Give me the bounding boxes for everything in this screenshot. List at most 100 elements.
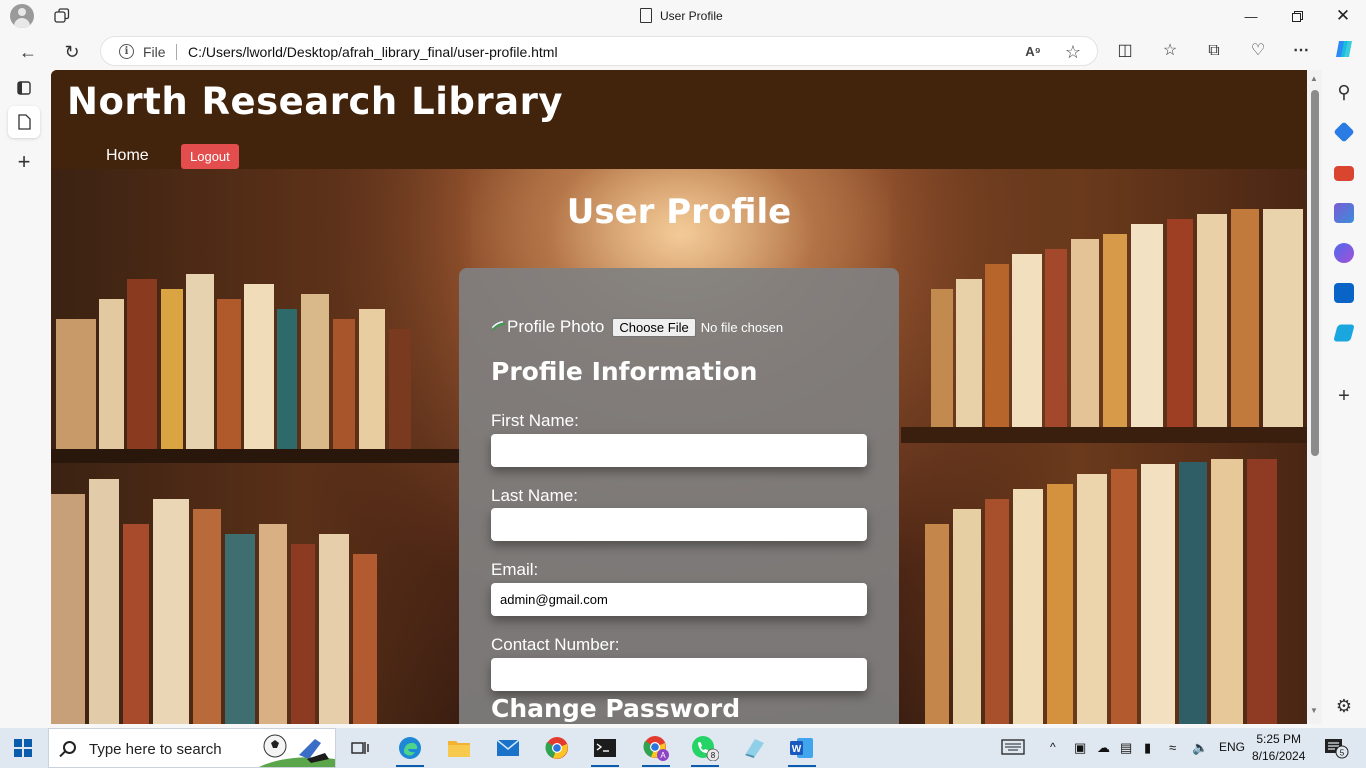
- scrollbar-thumb[interactable]: [1311, 90, 1319, 456]
- notes-app-icon[interactable]: [736, 732, 772, 764]
- tools-briefcase-icon[interactable]: [1334, 166, 1354, 181]
- browser-essentials-icon[interactable]: ♡: [1245, 38, 1271, 64]
- webpage-viewport: North Research Library Home Logout User …: [51, 70, 1307, 724]
- sidebar-settings-gear-icon[interactable]: ⚙: [1334, 696, 1354, 716]
- notification-center-icon[interactable]: 5: [1324, 737, 1350, 762]
- scroll-up-arrow-icon[interactable]: ▲: [1310, 74, 1318, 83]
- site-header: North Research Library Home Logout: [51, 70, 1307, 169]
- search-placeholder: Type here to search: [89, 741, 222, 758]
- page-document-icon: [640, 8, 652, 23]
- chrome-icon[interactable]: [539, 732, 575, 764]
- scroll-down-arrow-icon[interactable]: ▼: [1310, 706, 1318, 715]
- profile-card: Profile Photo Choose File No file chosen…: [459, 268, 899, 724]
- restore-button[interactable]: [1274, 0, 1320, 32]
- logout-button[interactable]: Logout: [181, 144, 239, 169]
- tray-onedrive-icon[interactable]: ☁: [1097, 740, 1110, 756]
- page-document-icon: [17, 114, 31, 130]
- send-icon[interactable]: [1333, 324, 1355, 342]
- right-shelf-top: [911, 209, 1307, 429]
- close-window-button[interactable]: ✕: [1320, 0, 1366, 32]
- word-icon[interactable]: W: [784, 732, 820, 767]
- site-info-icon[interactable]: i: [119, 44, 134, 59]
- email-label: Email:: [491, 560, 539, 579]
- tray-show-hidden-icon[interactable]: ^: [1050, 740, 1056, 754]
- tray-update-icon[interactable]: ▤: [1120, 740, 1132, 756]
- terminal-icon[interactable]: [587, 732, 623, 767]
- tray-wifi-icon[interactable]: ≈: [1169, 740, 1176, 755]
- address-bar[interactable]: i File C:/Users/lworld/Desktop/afrah_lib…: [100, 36, 1098, 66]
- refresh-icon: ↻: [64, 41, 80, 62]
- contact-number-input[interactable]: [491, 658, 867, 691]
- copilot-icon[interactable]: [1331, 38, 1357, 64]
- shopping-tag-icon[interactable]: [1333, 121, 1355, 143]
- tray-keyboard-icon[interactable]: [1001, 739, 1025, 758]
- tray-clock[interactable]: 5:25 PM 8/16/2024: [1252, 731, 1305, 765]
- collections-icon[interactable]: ⧉: [1201, 38, 1227, 64]
- outlook-icon[interactable]: [1334, 283, 1354, 303]
- search-icon: [63, 741, 76, 754]
- scheme-label: File: [143, 44, 166, 60]
- page-scrollbar[interactable]: ▲ ▼: [1307, 70, 1322, 724]
- tab-actions-button[interactable]: [8, 72, 40, 104]
- vertical-tab-strip: +: [0, 70, 50, 728]
- clock-time: 5:25 PM: [1256, 732, 1302, 746]
- left-shelf-bottom: [51, 479, 451, 724]
- file-status-text: No file chosen: [700, 319, 784, 335]
- sidebar-search-icon[interactable]: ⚲: [1334, 82, 1354, 102]
- profile-info-heading: Profile Information: [491, 357, 758, 386]
- tab-user-profile[interactable]: [8, 106, 40, 138]
- restore-icon: [1291, 10, 1303, 22]
- start-windows-icon[interactable]: [14, 739, 32, 757]
- tray-meet-icon[interactable]: ▣: [1074, 740, 1086, 756]
- chrome-profile-icon[interactable]: A: [638, 732, 674, 767]
- refresh-button[interactable]: ↻: [58, 38, 86, 66]
- copilot-logo: [1336, 41, 1352, 57]
- new-tab-button[interactable]: +: [8, 146, 40, 178]
- games-icon[interactable]: [1334, 203, 1354, 223]
- whatsapp-icon[interactable]: 8: [687, 732, 723, 767]
- file-explorer-icon[interactable]: [441, 732, 477, 764]
- first-name-input[interactable]: [491, 434, 867, 467]
- broken-image-icon: [492, 321, 505, 331]
- mail-icon[interactable]: [490, 732, 526, 764]
- choose-file-button[interactable]: Choose File: [612, 317, 696, 337]
- address-separator: [176, 44, 177, 60]
- page-heading: User Profile: [566, 192, 792, 232]
- first-name-label: First Name:: [491, 411, 579, 430]
- split-screen-icon[interactable]: ◫: [1112, 38, 1138, 64]
- tray-language[interactable]: ENG: [1219, 740, 1245, 754]
- workspaces-icon[interactable]: [54, 8, 70, 24]
- read-aloud-icon[interactable]: A⁹: [1023, 42, 1043, 62]
- nav-home-link[interactable]: Home: [106, 147, 149, 165]
- left-shelf-top: [51, 259, 451, 449]
- left-shelf-board: [51, 449, 461, 463]
- minimize-button[interactable]: —: [1228, 0, 1274, 32]
- profile-avatar[interactable]: [10, 4, 34, 28]
- window-title: User Profile: [640, 8, 723, 23]
- task-view-icon[interactable]: [342, 732, 378, 764]
- back-button[interactable]: ←: [14, 38, 42, 66]
- right-shelf-board: [901, 427, 1307, 443]
- tray-battery-icon[interactable]: ▮: [1144, 740, 1151, 756]
- windows-taskbar: Type here to search A 8 W ^ ▣ ☁ ▤ ▮ ≈ 🔈 …: [0, 728, 1366, 768]
- copilot-apps-icon[interactable]: [1334, 243, 1354, 263]
- taskbar-search-box[interactable]: Type here to search: [48, 728, 336, 768]
- profile-photo-alt-text: Profile Photo: [507, 317, 605, 336]
- edge-taskbar-icon[interactable]: [392, 732, 428, 767]
- favorite-star-icon[interactable]: ☆: [1063, 42, 1083, 62]
- plus-icon: +: [17, 149, 31, 174]
- tray-volume-icon[interactable]: 🔈: [1192, 740, 1208, 756]
- notification-badge-count: 5: [1340, 749, 1345, 758]
- back-arrow-icon: ←: [19, 41, 37, 62]
- edge-sidebar: ⚲ + ⚙: [1322, 70, 1366, 728]
- last-name-input[interactable]: [491, 508, 867, 541]
- email-input[interactable]: [491, 583, 867, 616]
- tab-actions-icon: [17, 81, 31, 95]
- url-text[interactable]: C:/Users/lworld/Desktop/afrah_library_fi…: [188, 44, 558, 60]
- add-sidebar-app-icon[interactable]: +: [1334, 386, 1354, 406]
- change-password-heading: Change Password: [491, 694, 741, 723]
- settings-more-icon[interactable]: ⋯: [1288, 38, 1314, 64]
- browser-toolbar: ← ↻ i File C:/Users/lworld/Desktop/afrah…: [0, 32, 1366, 70]
- favorites-icon[interactable]: ☆: [1157, 38, 1183, 64]
- svg-text:W: W: [792, 744, 802, 755]
